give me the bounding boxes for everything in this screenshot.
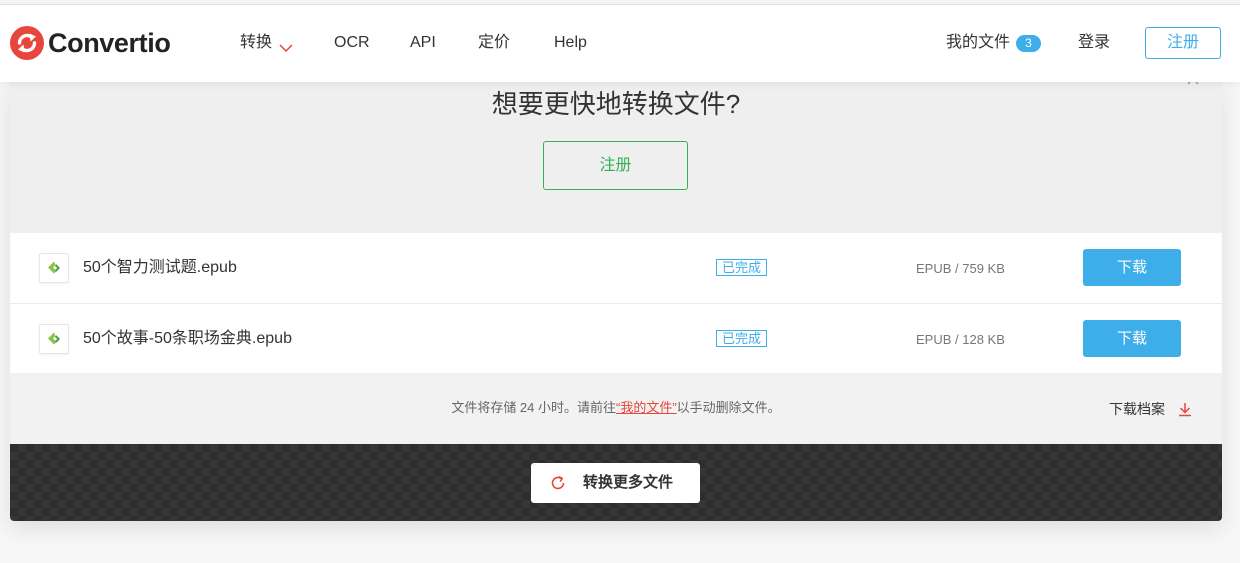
file-row: 50个智力测试题.epub 已完成 EPUB / 759 KB 下载	[10, 233, 1222, 303]
download-button[interactable]: 下载	[1083, 320, 1181, 357]
storage-notice: 文件将存储 24 小时。请前往“我的文件”以手动删除文件。	[10, 400, 1222, 416]
download-archive-label: 下载档案	[1109, 401, 1165, 417]
convertio-logo[interactable]: Convertio	[10, 26, 180, 60]
download-arrow-icon	[1177, 401, 1193, 417]
nav-item-pricing[interactable]: 定价	[478, 33, 510, 53]
refresh-icon	[550, 475, 566, 491]
file-list: 50个智力测试题.epub 已完成 EPUB / 759 KB 下载 50个故事…	[10, 233, 1222, 373]
nav-item-label: 转换	[240, 34, 273, 51]
file-format-size: EPUB / 128 KB	[916, 332, 1005, 347]
file-count-badge: 3	[1016, 35, 1041, 52]
file-format-size: EPUB / 759 KB	[916, 261, 1005, 276]
login-link[interactable]: 登录	[1078, 33, 1110, 53]
download-button[interactable]: 下载	[1083, 249, 1181, 286]
promo-register-button[interactable]: 注册	[543, 141, 688, 190]
top-navbar: Convertio 转换 OCR API 定价 Help 我的文件 3 登录 注…	[0, 4, 1240, 82]
storage-notice-bar: 文件将存储 24 小时。请前往“我的文件”以手动删除文件。 下载档案	[10, 373, 1222, 444]
convertio-logo-icon	[10, 26, 44, 60]
chevron-down-icon	[279, 39, 293, 53]
status-badge: 已完成	[716, 330, 767, 347]
logo-text: Convertio	[48, 28, 171, 58]
register-button[interactable]: 注册	[1145, 27, 1221, 59]
conversion-panel: 想要更快地转换文件? 注册 50个智力测试题.epub 已完成 EPUB / 7…	[10, 82, 1222, 521]
convert-more-bar: 转换更多文件	[10, 444, 1222, 521]
file-row: 50个故事-50条职场金典.epub 已完成 EPUB / 128 KB 下载	[10, 303, 1222, 373]
status-badge: 已完成	[716, 259, 767, 276]
my-files-link[interactable]: 我的文件 3	[946, 33, 1041, 53]
notice-text-before: 文件将存储 24 小时。请前往	[451, 400, 616, 415]
download-archive-button[interactable]: 下载档案	[1109, 400, 1199, 418]
nav-item-convert[interactable]: 转换	[240, 33, 293, 53]
my-files-notice-link[interactable]: “我的文件”	[616, 400, 677, 415]
my-files-label: 我的文件	[946, 34, 1011, 51]
epub-file-icon	[39, 253, 69, 283]
promo-title: 想要更快地转换文件?	[491, 89, 741, 119]
upgrade-promo: 想要更快地转换文件? 注册	[10, 82, 1222, 233]
nav-item-help[interactable]: Help	[554, 33, 587, 53]
epub-file-icon	[39, 324, 69, 354]
nav-item-ocr[interactable]: OCR	[334, 33, 370, 53]
convert-more-label: 转换更多文件	[583, 474, 674, 491]
file-name: 50个故事-50条职场金典.epub	[83, 330, 292, 347]
nav-item-api[interactable]: API	[410, 33, 436, 53]
file-name: 50个智力测试题.epub	[83, 259, 237, 276]
convert-more-button[interactable]: 转换更多文件	[531, 463, 700, 503]
notice-text-after: 以手动删除文件。	[676, 400, 781, 415]
